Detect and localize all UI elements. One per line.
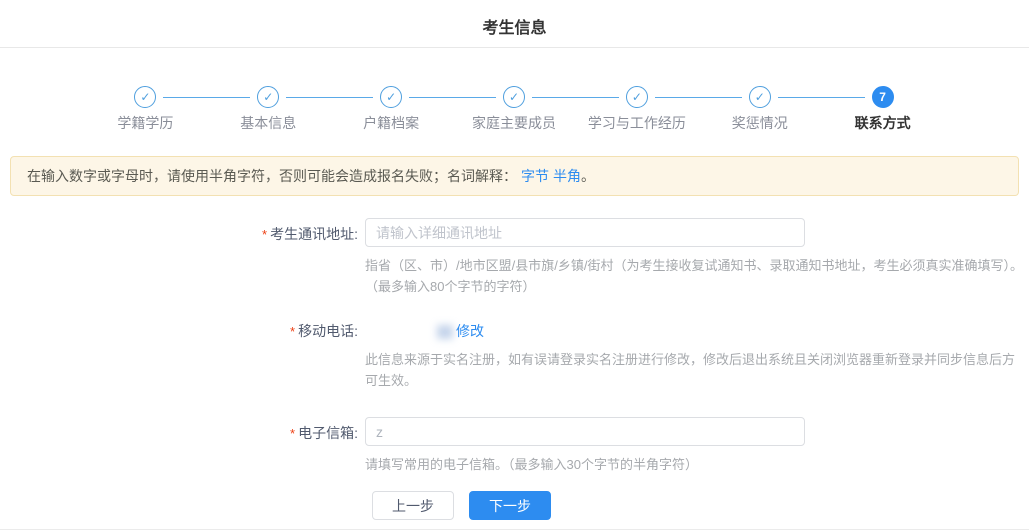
next-step-button[interactable]: 下一步	[469, 491, 551, 520]
required-asterisk: *	[290, 426, 296, 441]
page-header: 考生信息	[0, 0, 1029, 48]
step-check-icon	[380, 86, 403, 108]
address-row: *考生通讯地址: 指省（区、市）/地市区盟/县市旗/乡镇/街村（为考生接收复试通…	[0, 218, 1029, 297]
email-help: 请填写常用的电子信箱。（最多输入30个字节的半角字符）	[365, 457, 698, 472]
halfwidth-warning-alert: 在输入数字或字母时，请使用半角字符，否则可能会造成报名失败；名词解释： 字节 半角。	[10, 156, 1019, 196]
step-check-icon	[503, 86, 525, 108]
step-check-icon	[625, 86, 648, 108]
mobile-row: * 移动电话: 修改 此信息来源于实名注册，如有误请登录实名注册进行修改，修改后退…	[0, 315, 1029, 391]
step-basic-info[interactable]: 基本信息	[163, 86, 330, 131]
alert-suffix: 。	[581, 168, 595, 184]
step-rewards-punishments[interactable]: 奖惩情况	[654, 86, 821, 131]
step-study-work-experience[interactable]: 学习与工作经历	[532, 86, 698, 131]
step-label: 基本信息	[240, 115, 297, 131]
stepper: 学籍学历 基本信息 户籍档案 家庭主要成员 学习与工作经历 奖惩情况 7 联系方…	[84, 86, 944, 131]
candidate-info-page: 考生信息 学籍学历 基本信息 户籍档案 家庭主要成员 学习与工作经历 奖惩情况 …	[0, 0, 1029, 530]
step-label: 奖惩情况	[731, 115, 788, 131]
step-label: 联系方式	[854, 115, 911, 131]
alert-text: 在输入数字或字母时，请使用半角字符，否则可能会造成报名失败；名词解释：	[27, 168, 517, 184]
mobile-label: * 移动电话:	[290, 323, 358, 339]
step-household-archive[interactable]: 户籍档案	[286, 86, 453, 131]
modify-phone-link[interactable]: 修改	[456, 323, 484, 339]
step-contact-info[interactable]: 7 联系方式	[777, 86, 944, 131]
step-label: 家庭主要成员	[472, 115, 556, 131]
step-check-icon	[748, 86, 771, 108]
address-help: 指省（区、市）/地市区盟/县市旗/乡镇/街村（为考生接收复试通知书、录取通知书地…	[365, 255, 1025, 297]
address-help-line2: （最多输入80个字节的字符）	[365, 279, 536, 294]
step-school-record[interactable]: 学籍学历	[84, 86, 207, 131]
address-label: * 考生通讯地址:	[262, 226, 358, 242]
step-label: 户籍档案	[363, 115, 420, 131]
page-title: 考生信息	[482, 20, 547, 37]
email-label: * 电子信箱:	[290, 425, 358, 441]
email-row: *电子信箱: 请填写常用的电子信箱。（最多输入30个字节的半角字符）	[0, 417, 1029, 475]
form-actions: 上一步 下一步	[372, 491, 1029, 520]
step-label: 学籍学历	[117, 115, 174, 131]
address-help-line1: 指省（区、市）/地市区盟/县市旗/乡镇/街村（为考生接收复试通知书、录取通知书地…	[365, 258, 1023, 273]
byte-definition-link[interactable]: 字节	[521, 168, 549, 184]
email-input[interactable]	[365, 417, 805, 446]
previous-step-button[interactable]: 上一步	[372, 491, 454, 520]
mobile-phone-redacted	[437, 325, 453, 340]
halfwidth-definition-link[interactable]: 半角	[553, 168, 581, 184]
required-asterisk: *	[290, 324, 296, 339]
required-asterisk: *	[262, 227, 268, 242]
step-label: 学习与工作经历	[587, 115, 686, 131]
step-family-members[interactable]: 家庭主要成员	[409, 86, 576, 131]
step-number-badge: 7	[871, 86, 894, 108]
step-check-icon	[134, 86, 157, 108]
address-input[interactable]	[365, 218, 805, 247]
mobile-note: 此信息来源于实名注册，如有误请登录实名注册进行修改，修改后退出系统且关闭浏览器重…	[365, 352, 1016, 388]
step-check-icon	[257, 86, 280, 108]
